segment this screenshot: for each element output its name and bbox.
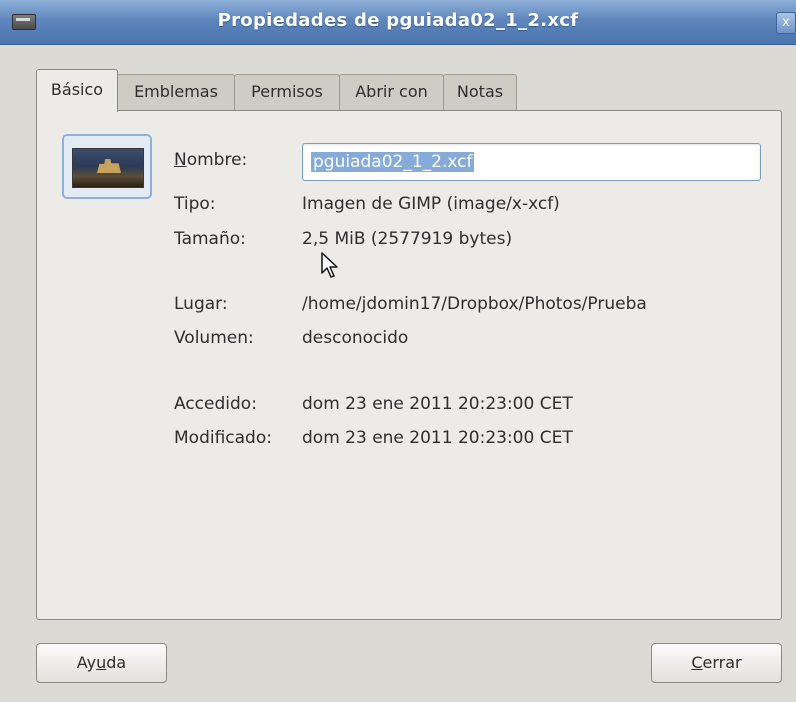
location-label: Lugar: [174,294,228,314]
name-input[interactable]: pguiada02_1_2.xcf [302,143,761,181]
type-label: Tipo: [174,194,216,214]
window-title: Propiedades de pguiada02_1_2.xcf [217,10,579,31]
tab-notas[interactable]: Notas [443,74,517,110]
volume-value: desconocido [302,328,409,348]
accessed-value: dom 23 ene 2011 20:23:00 CET [302,394,573,414]
size-value: 2,5 MiB (2577919 bytes) [302,229,513,249]
name-input-selected-text: pguiada02_1_2.xcf [311,152,475,172]
size-label: Tamaño: [174,229,246,249]
volume-label: Volumen: [174,328,254,348]
type-value: Imagen de GIMP (image/x-xcf) [302,194,560,214]
close-button[interactable]: Cerrar [651,643,782,683]
image-thumbnail-icon [72,148,144,188]
tab-abrir-con[interactable]: Abrir con [339,74,444,110]
tab-emblemas[interactable]: Emblemas [117,74,235,110]
name-label: Nombre: [174,150,248,170]
location-value: /home/jdomin17/Dropbox/Photos/Prueba [302,294,647,314]
modified-value: dom 23 ene 2011 20:23:00 CET [302,428,573,448]
window-close-button[interactable]: x [776,12,796,34]
tab-permisos[interactable]: Permisos [234,74,340,110]
help-button[interactable]: Ayuda [36,643,167,683]
accessed-label: Accedido: [174,394,257,414]
modified-label: Modificado: [174,428,272,448]
file-thumbnail[interactable] [62,134,152,199]
title-bar[interactable]: Propiedades de pguiada02_1_2.xcf x [0,0,796,45]
tab-basico[interactable]: Básico [36,69,118,112]
mouse-pointer-icon [321,252,338,278]
